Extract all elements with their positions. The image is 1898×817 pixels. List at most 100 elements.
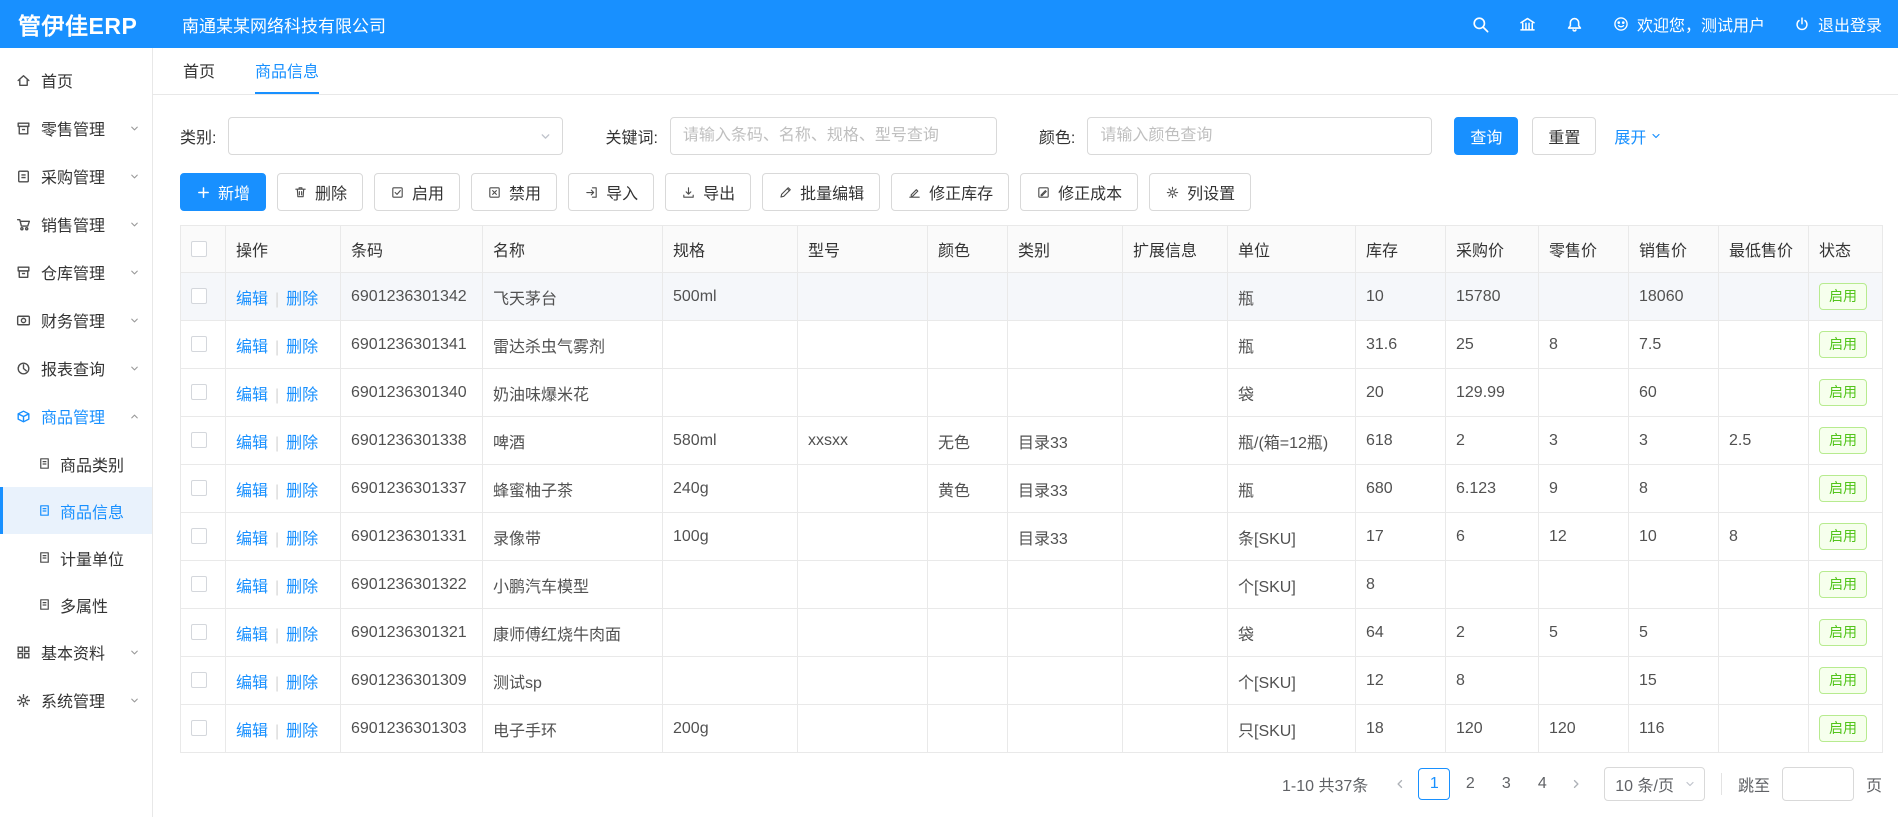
- prev-page-button[interactable]: [1386, 768, 1414, 800]
- sidebar-item-home[interactable]: 首页: [0, 56, 152, 104]
- fix-cost-button[interactable]: 修正成本: [1020, 173, 1138, 211]
- import-button[interactable]: 导入: [568, 173, 654, 211]
- cell-retail-price: 120: [1539, 705, 1629, 753]
- delete-link[interactable]: 删除: [286, 483, 318, 500]
- export-button[interactable]: 导出: [665, 173, 751, 211]
- edit-link[interactable]: 编辑: [236, 531, 268, 548]
- company-name: 南通某某网络科技有限公司: [182, 12, 386, 37]
- sidebar-item-sales[interactable]: 销售管理: [0, 200, 152, 248]
- select-all-checkbox[interactable]: [191, 241, 207, 257]
- sidebar-item-retail[interactable]: 零售管理: [0, 104, 152, 152]
- delete-link[interactable]: 删除: [286, 723, 318, 740]
- cell-model: xxsxx: [798, 417, 928, 465]
- chevron-down-icon: [129, 171, 140, 182]
- delete-link[interactable]: 删除: [286, 627, 318, 644]
- disable-button[interactable]: 禁用: [471, 173, 557, 211]
- logout-button[interactable]: 退出登录: [1793, 12, 1882, 36]
- cell-operation: 编辑|删除: [226, 321, 341, 369]
- delete-link[interactable]: 删除: [286, 291, 318, 308]
- fix-stock-button[interactable]: 修正库存: [891, 173, 1009, 211]
- search-icon[interactable]: [1471, 15, 1490, 34]
- sidebar-item-purchase[interactable]: 采购管理: [0, 152, 152, 200]
- delete-link[interactable]: 删除: [286, 579, 318, 596]
- sidebar-item-units[interactable]: 计量单位: [0, 534, 152, 581]
- expand-filters-link[interactable]: 展开: [1614, 124, 1662, 148]
- sidebar-item-goods-info[interactable]: 商品信息: [0, 487, 152, 534]
- row-checkbox[interactable]: [191, 528, 207, 544]
- edit-link[interactable]: 编辑: [236, 435, 268, 452]
- keyword-input[interactable]: [670, 117, 997, 155]
- sidebar-item-system[interactable]: 系统管理: [0, 676, 152, 724]
- edit-link[interactable]: 编辑: [236, 675, 268, 692]
- reset-button[interactable]: 重置: [1532, 117, 1596, 155]
- row-checkbox[interactable]: [191, 624, 207, 640]
- sidebar-item-label: 零售管理: [41, 116, 105, 140]
- page-button-2[interactable]: 2: [1454, 768, 1486, 800]
- row-checkbox[interactable]: [191, 288, 207, 304]
- mall-icon[interactable]: [1518, 15, 1537, 34]
- pagination-summary: 1-10 共37条: [1282, 772, 1368, 796]
- sidebar-item-warehouse[interactable]: 仓库管理: [0, 248, 152, 296]
- column-settings-button[interactable]: 列设置: [1149, 173, 1251, 211]
- keyword-label: 关键词:: [605, 124, 657, 148]
- cell-barcode: 6901236301321: [341, 609, 483, 657]
- page-button-3[interactable]: 3: [1490, 768, 1522, 800]
- delete-link[interactable]: 删除: [286, 387, 318, 404]
- edit-link[interactable]: 编辑: [236, 387, 268, 404]
- link-separator: |: [275, 531, 279, 548]
- edit-link[interactable]: 编辑: [236, 339, 268, 356]
- search-button[interactable]: 查询: [1454, 117, 1518, 155]
- cell-ext-info: [1123, 369, 1228, 417]
- jump-page-input[interactable]: [1782, 767, 1854, 801]
- cell-ext-info: [1123, 561, 1228, 609]
- page-button-1[interactable]: 1: [1418, 768, 1450, 800]
- cell-model: [798, 273, 928, 321]
- status-badge: 启用: [1819, 475, 1867, 502]
- edit-link[interactable]: 编辑: [236, 723, 268, 740]
- row-checkbox[interactable]: [191, 336, 207, 352]
- cell-barcode: 6901236301303: [341, 705, 483, 753]
- sidebar-item-basic-data[interactable]: 基本资料: [0, 628, 152, 676]
- delete-link[interactable]: 删除: [286, 531, 318, 548]
- enable-button[interactable]: 启用: [374, 173, 460, 211]
- edit-link[interactable]: 编辑: [236, 579, 268, 596]
- next-page-button[interactable]: [1562, 768, 1590, 800]
- sidebar-item-finance[interactable]: 财务管理: [0, 296, 152, 344]
- row-checkbox[interactable]: [191, 432, 207, 448]
- batch-edit-button[interactable]: 批量编辑: [762, 173, 880, 211]
- edit-link[interactable]: 编辑: [236, 483, 268, 500]
- row-checkbox[interactable]: [191, 480, 207, 496]
- add-button[interactable]: 新增: [180, 173, 266, 211]
- smiley-icon: [1612, 15, 1630, 33]
- sidebar-item-goods[interactable]: 商品管理: [0, 392, 152, 440]
- cell-stock: 31.6: [1356, 321, 1446, 369]
- tab-home[interactable]: 首页: [183, 48, 215, 94]
- delete-link[interactable]: 删除: [286, 435, 318, 452]
- category-select[interactable]: [228, 117, 563, 155]
- delete-link[interactable]: 删除: [286, 339, 318, 356]
- sidebar-item-attributes[interactable]: 多属性: [0, 581, 152, 628]
- tab-goods-info[interactable]: 商品信息: [255, 48, 319, 94]
- row-checkbox[interactable]: [191, 384, 207, 400]
- button-label: 新增: [218, 180, 250, 204]
- page-size-select[interactable]: 10 条/页: [1604, 767, 1705, 801]
- page-button-4[interactable]: 4: [1526, 768, 1558, 800]
- row-checkbox[interactable]: [191, 720, 207, 736]
- link-separator: |: [275, 291, 279, 308]
- trash-icon: [293, 185, 308, 200]
- top-header: 管伊佳ERP 南通某某网络科技有限公司 欢迎您，测试用户 退出登录: [0, 0, 1898, 48]
- sidebar-item-goods-category[interactable]: 商品类别: [0, 440, 152, 487]
- cell-name: 蜂蜜柚子茶: [483, 465, 663, 513]
- row-checkbox[interactable]: [191, 576, 207, 592]
- cell-min-price: [1719, 369, 1809, 417]
- bell-icon[interactable]: [1565, 15, 1584, 34]
- row-checkbox[interactable]: [191, 672, 207, 688]
- cell-operation: 编辑|删除: [226, 369, 341, 417]
- color-input[interactable]: [1087, 117, 1432, 155]
- delete-button[interactable]: 删除: [277, 173, 363, 211]
- edit-link[interactable]: 编辑: [236, 627, 268, 644]
- delete-link[interactable]: 删除: [286, 675, 318, 692]
- edit-link[interactable]: 编辑: [236, 291, 268, 308]
- user-menu[interactable]: 欢迎您，测试用户: [1612, 12, 1765, 36]
- sidebar-item-report[interactable]: 报表查询: [0, 344, 152, 392]
